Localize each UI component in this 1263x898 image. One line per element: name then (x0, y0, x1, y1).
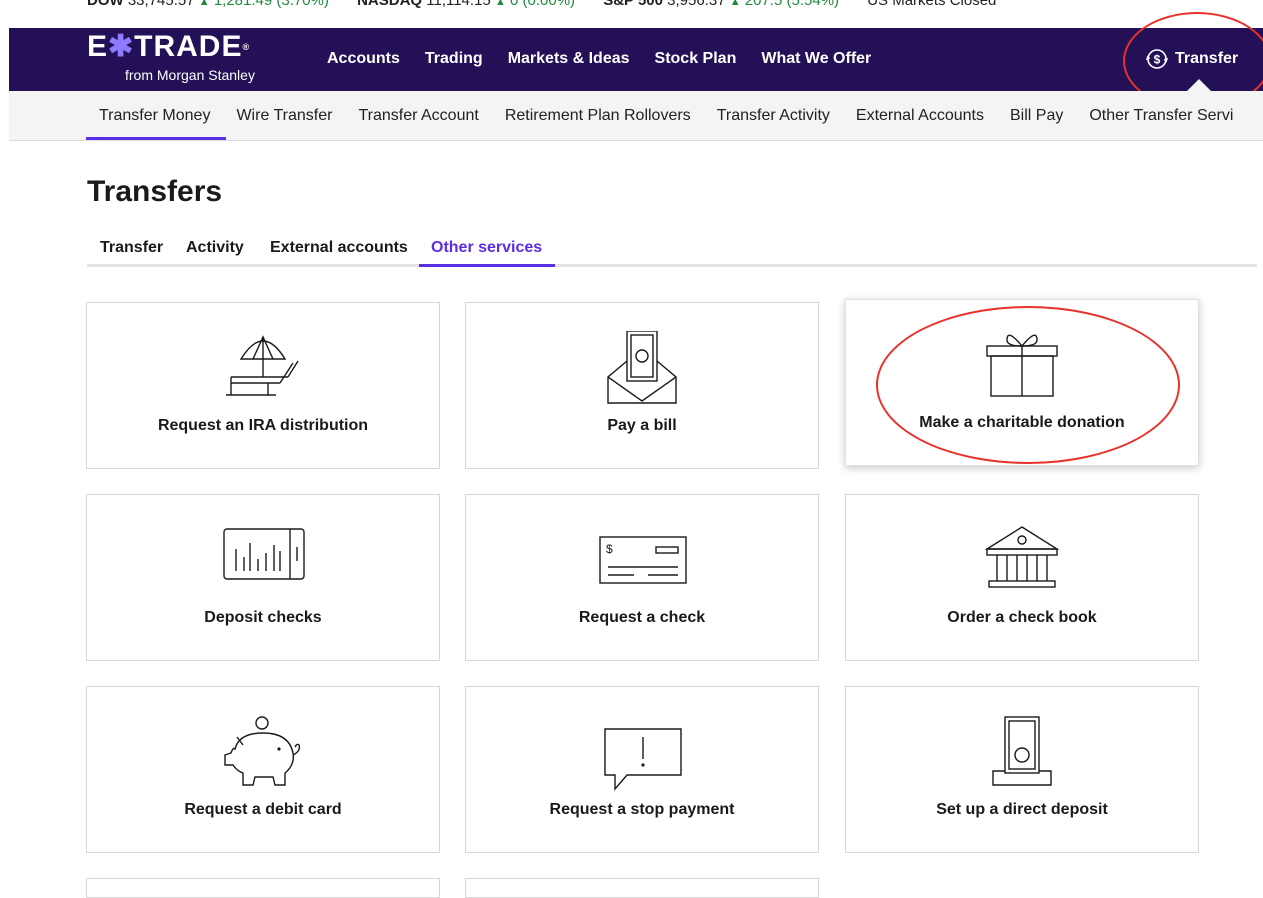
transfers-tabs: Transfer Activity External accounts Othe… (87, 237, 1257, 267)
envelope-money-icon (607, 331, 677, 404)
card-make-charitable-donation[interactable]: Make a charitable donation (845, 299, 1199, 466)
subnav-transfer-money[interactable]: Transfer Money (99, 107, 210, 125)
piggy-bank-icon (224, 716, 301, 786)
beach-chair-icon (226, 335, 299, 396)
card-partial[interactable] (86, 878, 440, 898)
card-request-a-check[interactable]: $ Request a check (465, 494, 819, 661)
tab-activity[interactable]: Activity (186, 239, 244, 257)
market-status: US Markets Closed (867, 0, 997, 9)
card-label: Deposit checks (204, 609, 322, 626)
top-navigation-bar: E✱TRADE® from Morgan Stanley Accounts Tr… (9, 28, 1263, 91)
nav-trading[interactable]: Trading (425, 50, 483, 68)
subnav-other-transfer-services[interactable]: Other Transfer Servi (1089, 107, 1233, 125)
tab-other-services[interactable]: Other services (431, 239, 542, 257)
card-request-ira-distribution[interactable]: Request an IRA distribution (86, 302, 440, 469)
card-deposit-checks[interactable]: Deposit checks (86, 494, 440, 661)
card-order-check-book[interactable]: Order a check book (845, 494, 1199, 661)
logo-wordmark: E✱TRADE® (87, 30, 251, 63)
up-arrow-icon: ▲ (729, 0, 741, 8)
logo-star-icon: ✱ (108, 30, 135, 63)
subnav-external-accounts[interactable]: External Accounts (856, 107, 984, 125)
tab-external-accounts[interactable]: External accounts (270, 239, 408, 257)
card-label: Make a charitable donation (919, 414, 1125, 431)
ticker-sp500: S&P 500 3,956.37 ▲ 207.5 (5.54%) (603, 0, 843, 9)
card-label: Request an IRA distribution (157, 417, 369, 434)
subnav-transfer-activity[interactable]: Transfer Activity (717, 107, 830, 125)
tab-transfer[interactable]: Transfer (100, 239, 163, 257)
tabs-baseline (87, 264, 1257, 267)
main-nav-links: Accounts Trading Markets & Ideas Stock P… (327, 50, 896, 68)
mobile-check-icon (223, 528, 305, 580)
alert-message-icon (604, 728, 682, 791)
up-arrow-icon: ▲ (494, 0, 506, 8)
card-label: Request a check (578, 609, 706, 626)
card-label: Order a check book (947, 609, 1097, 626)
card-request-debit-card[interactable]: Request a debit card (86, 686, 440, 853)
nav-stock-plan[interactable]: Stock Plan (655, 50, 737, 68)
deposit-icon (992, 716, 1052, 786)
card-set-up-direct-deposit[interactable]: Set up a direct deposit (845, 686, 1199, 853)
gift-icon (986, 334, 1058, 397)
subnav-transfer-account[interactable]: Transfer Account (358, 107, 478, 125)
bank-icon (984, 526, 1060, 588)
card-label: Pay a bill (607, 417, 677, 434)
logo-subtitle: from Morgan Stanley (125, 67, 255, 83)
up-arrow-icon: ▲ (198, 0, 210, 8)
card-label: Request a stop payment (549, 801, 735, 818)
page-title: Transfers (87, 175, 223, 208)
etrade-logo[interactable]: E✱TRADE® from Morgan Stanley (87, 30, 255, 83)
ticker-nasdaq: NASDAQ 11,114.15 ▲ 0 (0.00%) (357, 0, 579, 9)
subnav-wire-transfer[interactable]: Wire Transfer (236, 107, 332, 125)
card-request-stop-payment[interactable]: Request a stop payment (465, 686, 819, 853)
tab-active-indicator (419, 264, 555, 267)
ticker-dow: DOW 33,745.57 ▲ 1,281.49 (3.70%) (87, 0, 333, 9)
card-label: Request a debit card (184, 801, 342, 818)
subnav-retirement-rollovers[interactable]: Retirement Plan Rollovers (505, 107, 691, 125)
subnav-bill-pay[interactable]: Bill Pay (1010, 107, 1063, 125)
nav-accounts[interactable]: Accounts (327, 50, 400, 68)
nav-markets-ideas[interactable]: Markets & Ideas (508, 50, 630, 68)
svg-text:$: $ (606, 542, 613, 556)
card-partial[interactable] (465, 878, 819, 898)
sub-navigation-bar: Transfer Money Wire Transfer Transfer Ac… (9, 91, 1263, 141)
check-icon: $ (599, 536, 687, 584)
subnav-active-indicator (86, 137, 226, 140)
sub-nav-links: Transfer Money Wire Transfer Transfer Ac… (99, 107, 1259, 125)
nav-what-we-offer[interactable]: What We Offer (761, 50, 871, 68)
card-label: Set up a direct deposit (936, 801, 1108, 818)
card-pay-a-bill[interactable]: Pay a bill (465, 302, 819, 469)
market-ticker: DOW 33,745.57 ▲ 1,281.49 (3.70%) NASDAQ … (0, 0, 1263, 14)
